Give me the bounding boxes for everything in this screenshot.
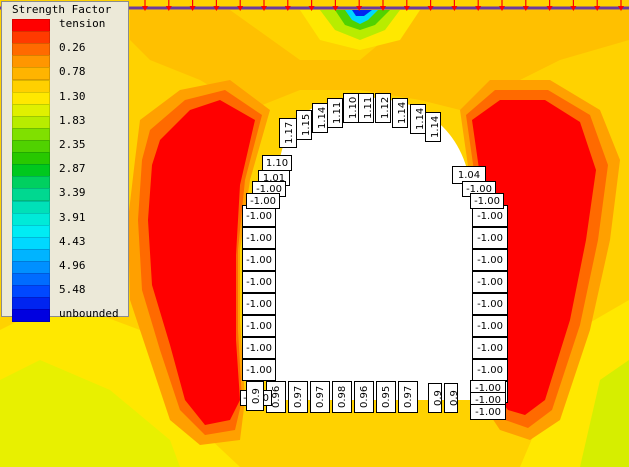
strength-factor-tag: -1.00 — [472, 271, 508, 293]
legend-swatch — [12, 236, 50, 250]
strength-factor-tag: -1.00 — [472, 249, 508, 271]
legend-swatch — [12, 212, 50, 226]
strength-factor-tag: -1.00 — [472, 227, 508, 249]
legend-label: 5.48 — [59, 283, 86, 297]
strength-factor-tag: 1.12 — [375, 93, 391, 123]
legend-label: tension — [59, 17, 106, 30]
strength-factor-tag: -1.00 — [242, 337, 276, 359]
legend-label: 1.30 — [59, 89, 86, 103]
legend-swatch — [12, 67, 50, 81]
legend-swatch — [12, 152, 50, 166]
strength-factor-tag: -1.00 — [242, 249, 276, 271]
legend-swatch — [12, 261, 50, 274]
legend-swatch — [12, 273, 50, 287]
strength-factor-tag: 1.15 — [296, 110, 312, 140]
legend-label: 3.39 — [59, 186, 86, 200]
strength-factor-tag: -1.00 — [242, 293, 276, 315]
legend-label: 4.96 — [59, 259, 86, 272]
legend-swatch — [12, 309, 50, 323]
analysis-viewport[interactable]: -1.00 -1.00 -1.00 -1.00 -1.00 -1.00 -1.00 -1.00… — [0, 0, 629, 467]
legend-swatch — [12, 55, 50, 69]
legend-label: unbounded — [59, 307, 119, 321]
strength-factor-tag: 1.10 — [262, 155, 292, 171]
strength-factor-tag: -1.00 — [246, 193, 280, 209]
strength-factor-tag: 1.11 — [358, 93, 374, 123]
strength-factor-tag: 1.14 — [392, 98, 408, 128]
legend-swatch — [12, 79, 50, 93]
strength-factor-tag: 0.98 — [332, 381, 352, 413]
strength-factor-tag: -1.00 — [242, 359, 276, 381]
legend-swatch — [12, 115, 50, 129]
strength-factor-tag: 0.97 — [288, 381, 308, 413]
strength-factor-tag: -1.00 — [242, 315, 276, 337]
strength-factor-tag: 0.96 — [354, 381, 374, 413]
strength-factor-tag: 0.9 — [444, 383, 460, 413]
strength-factor-tag: 0.9 — [428, 383, 444, 413]
legend-swatch — [12, 188, 50, 202]
legend-swatch — [12, 43, 50, 57]
legend-label: 3.91 — [59, 210, 86, 224]
strength-factor-legend: Strength Factor tension 0.26 0.78 1.30 1.83 2… — [1, 1, 129, 323]
legend-label: 2.87 — [59, 162, 86, 176]
strength-factor-tag: 1.14 — [410, 104, 426, 134]
legend-label: 1.83 — [59, 113, 86, 127]
strength-factor-tag: 0.9 — [246, 381, 264, 411]
strength-factor-tag: -1.00 — [472, 337, 508, 359]
strength-factor-tag: 0.97 — [310, 381, 330, 413]
legend-swatch — [12, 164, 50, 178]
legend-swatch — [12, 248, 50, 262]
legend-swatch — [12, 297, 50, 311]
legend-swatch — [12, 31, 50, 45]
legend-swatch — [12, 127, 50, 141]
strength-factor-tag: -1.00 — [242, 271, 276, 293]
legend-label: 0.26 — [59, 41, 86, 55]
legend-title: Strength Factor — [12, 3, 112, 16]
legend-swatch — [12, 224, 50, 238]
strength-factor-tag: -1.00 — [470, 404, 506, 420]
legend-swatch — [12, 285, 50, 299]
strength-factor-tag: 1.10 — [343, 93, 359, 123]
strength-factor-tag: -1.00 — [472, 293, 508, 315]
legend-label: 4.43 — [59, 234, 86, 248]
strength-factor-tag: 0.97 — [398, 381, 418, 413]
legend-swatch — [12, 200, 50, 214]
strength-factor-tag: -1.00 — [242, 227, 276, 249]
strength-factor-tag: 1.11 — [327, 98, 343, 128]
strength-factor-tag: 0.95 — [376, 381, 396, 413]
legend-swatch — [12, 140, 50, 153]
legend-swatch — [12, 176, 50, 190]
strength-factor-tag: -1.00 — [470, 193, 504, 209]
strength-factor-tag: -1.00 — [472, 315, 508, 337]
legend-swatch — [12, 19, 50, 32]
legend-swatch — [12, 91, 50, 105]
strength-factor-tag: 1.14 — [312, 103, 328, 133]
legend-swatch — [12, 103, 50, 117]
legend-label: 2.35 — [59, 138, 86, 151]
strength-factor-tag: -1.00 — [472, 359, 508, 381]
strength-factor-tag: 1.17 — [279, 118, 297, 148]
legend-label: 0.78 — [59, 65, 86, 79]
strength-factor-tag: 1.14 — [425, 112, 441, 142]
